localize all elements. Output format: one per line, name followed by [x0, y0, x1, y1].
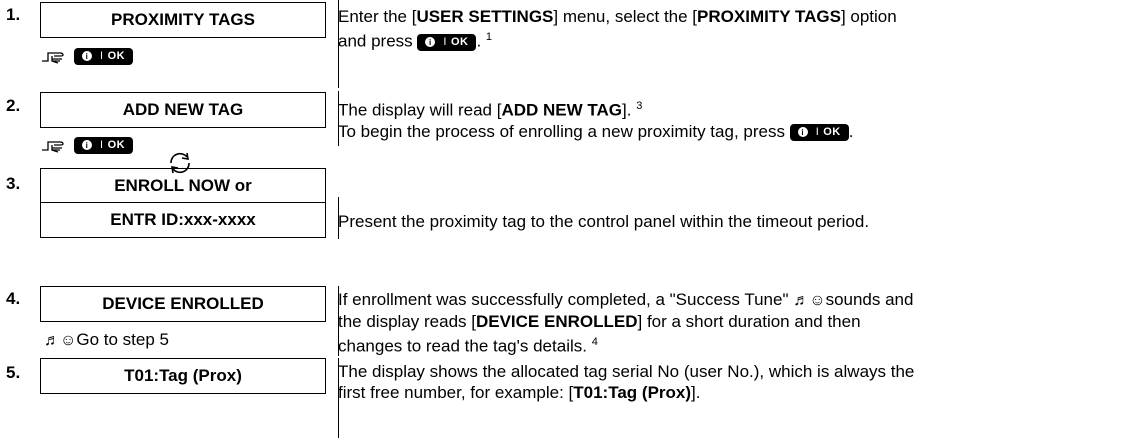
ok-key-badge: i I OK — [417, 33, 477, 51]
alternating-display-icon — [170, 152, 190, 174]
display-entr-id: ENTR ID:xxx-xxxx — [40, 202, 326, 238]
step-number: 2. — [6, 96, 21, 115]
footnote-ref: 1 — [485, 31, 493, 43]
footnote-ref: 3 — [636, 100, 643, 112]
step-2-description: The display will read [ADD NEW TAG]. 3 T… — [338, 100, 854, 141]
step-number: 1. — [6, 5, 21, 24]
pointing-hand-icon — [42, 52, 64, 64]
success-tune-icon: ♬☺ — [793, 292, 826, 309]
key-hint-row: i I OK — [40, 136, 134, 154]
step-5-description: The display shows the allocated tag seri… — [338, 362, 915, 402]
ok-key-badge: i I OK — [74, 136, 134, 154]
ok-key-badge: i I OK — [789, 123, 849, 141]
pointing-hand-icon — [42, 141, 64, 153]
display-t01-tag: T01:Tag (Prox) — [40, 358, 326, 394]
step-1-description: Enter the [USER SETTINGS] menu, select t… — [338, 7, 897, 51]
info-icon: i — [425, 37, 436, 48]
success-tune-icon: ♬☺ — [44, 332, 77, 349]
success-note: ♬☺Go to step 5 — [44, 330, 169, 349]
ok-key-badge: i I OK — [74, 47, 134, 65]
info-icon: i — [82, 140, 92, 150]
footnote-ref: 4 — [591, 336, 598, 348]
step-3-description: Present the proximity tag to the control… — [338, 212, 870, 231]
step-number: 5. — [6, 363, 21, 382]
info-icon: i — [82, 51, 92, 61]
step-number: 3. — [6, 174, 21, 193]
step-number: 4. — [6, 289, 21, 308]
step-4-description: If enrollment was successfully completed… — [338, 290, 914, 356]
info-icon: i — [797, 127, 808, 138]
display-proximity-tags: PROXIMITY TAGS — [40, 2, 326, 38]
key-hint-row: i I OK — [40, 47, 134, 65]
display-device-enrolled: DEVICE ENROLLED — [40, 286, 326, 322]
display-add-new-tag: ADD NEW TAG — [40, 92, 326, 128]
